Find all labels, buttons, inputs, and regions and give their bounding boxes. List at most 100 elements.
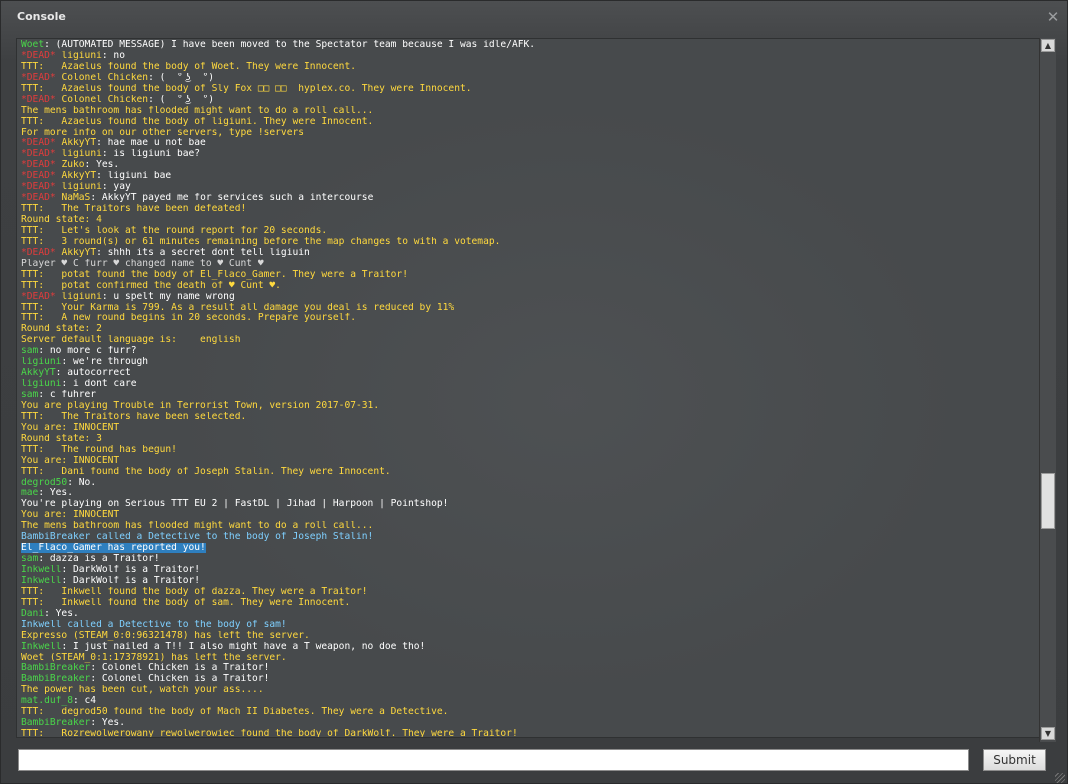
log-line: mae: Yes. [21, 488, 1037, 499]
player-name: mae [21, 488, 39, 499]
command-input[interactable] [18, 749, 969, 771]
log-line: ligiuni: we're through [21, 357, 1037, 368]
log-text: Round state: 4 [21, 215, 102, 225]
player-name: BambiBreaker [21, 663, 91, 674]
log-line: sam: no more c furr? [21, 346, 1037, 357]
log-line: Inkwell called a Detective to the body o… [21, 620, 1037, 631]
log-line: TTT: degrod50 found the body of Mach II … [21, 707, 1037, 718]
log-text: : Colonel Chicken is a Traitor! [90, 663, 270, 674]
log-text: TTT: Your Karma is 799. As a result all … [21, 302, 455, 313]
player-name: AkkyYT [61, 171, 97, 182]
log-text: Round state: 2 [21, 324, 102, 335]
player-name: Colonel Chicken [61, 72, 149, 83]
log-line: *DEAD* ligiuni: no [21, 51, 1037, 62]
player-name: Inkwell [21, 641, 62, 652]
log-text: Server default language is: english [21, 335, 241, 346]
player-name: AkkyYT [61, 247, 97, 258]
log-line: You are: INNOCENT [21, 456, 1037, 467]
scrollbar-thumb[interactable] [1041, 473, 1055, 529]
player-name: Zuko [61, 160, 85, 171]
player-name: sam [21, 390, 39, 400]
log-line: Woet: (AUTOMATED MESSAGE) I have been mo… [21, 40, 1037, 51]
log-text: Inkwell called a Detective to the body o… [21, 619, 287, 630]
dead-tag: *DEAD* [21, 171, 62, 182]
log-line: TTT: The Traitors have been selected. [21, 412, 1037, 423]
log-text: : no [101, 50, 125, 61]
log-line: *DEAD* ligiuni: yay [21, 182, 1037, 193]
log-line: sam: c fuhrer [21, 390, 1037, 401]
log-line: You're playing on Serious TTT EU 2 | Fas… [21, 499, 1037, 510]
log-line: Server default language is: english [21, 335, 1037, 346]
dead-tag: *DEAD* [21, 94, 62, 105]
log-line: TTT: Inkwell found the body of sam. They… [21, 598, 1037, 609]
submit-button[interactable]: Submit [983, 749, 1046, 771]
title-bar[interactable]: Console ✕ [1, 1, 1067, 33]
log-text: TTT: A new round begins in 20 seconds. P… [21, 313, 357, 324]
log-line: TTT: 3 round(s) or 61 minutes remaining … [21, 237, 1037, 248]
log-text: : Yes. [84, 160, 120, 171]
log-text: : hae mae u not bae [96, 138, 206, 149]
log-line: AkkyYT: autocorrect [21, 368, 1037, 379]
player-name: AkkyYT [61, 138, 97, 149]
player-name: ligiuni [61, 291, 102, 302]
log-text: : I just nailed a T!! I also might have … [61, 641, 426, 652]
log-line: TTT: Inkwell found the body of dazza. Th… [21, 587, 1037, 598]
log-text: : c4 [72, 696, 97, 707]
log-text: TTT: The Traitors have been selected. [21, 411, 247, 422]
log-text: : autocorrect [55, 368, 131, 379]
log-text: : Yes. [90, 718, 125, 729]
dead-tag: *DEAD* [21, 193, 62, 204]
log-text: The mens bathroom has flooded might want… [21, 105, 374, 116]
log-line: TTT: Azaelus found the body of Woet. The… [21, 62, 1037, 73]
player-name: ligiuni [21, 379, 62, 390]
log-text: : shhh its a secret dont tell ligiuin [96, 247, 310, 258]
log-line: For more info on our other servers, type… [21, 128, 1037, 139]
resize-grip-icon[interactable] [1055, 773, 1065, 783]
log-line: *DEAD* Colonel Chicken: ( ͡° ͜ʖ ͡°) [21, 95, 1037, 106]
close-icon[interactable]: ✕ [1045, 8, 1061, 26]
player-name: NaMaS [61, 193, 91, 204]
log-line: *DEAD* Colonel Chicken: ( ͡° ͜ʖ ͡°) [21, 73, 1037, 84]
log-line: TTT: The round has begun! [21, 445, 1037, 456]
log-text: : DarkWolf is a Traitor! [61, 565, 201, 575]
log-text: The mens bathroom has flooded might want… [21, 521, 374, 532]
log-text: TTT: Inkwell found the body of dazza. Th… [21, 586, 368, 597]
scroll-up-icon[interactable]: ▲ [1041, 39, 1055, 52]
log-text: : No. [67, 477, 97, 488]
log-line: BambiBreaker: Colonel Chicken is a Trait… [21, 663, 1037, 674]
log-text: Woet (STEAM_0:1:17378921) has left the s… [21, 652, 287, 663]
log-text: : Colonel Chicken is a Traitor! [90, 674, 270, 685]
log-line: Dani: Yes. [21, 609, 1037, 620]
log-text: For more info on our other servers, type… [21, 127, 305, 138]
log-line: BambiBreaker called a Detective to the b… [21, 532, 1037, 543]
log-text: : c fuhrer [38, 390, 97, 400]
log-line: BambiBreaker: Colonel Chicken is a Trait… [21, 674, 1037, 685]
log-line: TTT: Let's look at the round report for … [21, 226, 1037, 237]
dead-tag: *DEAD* [21, 291, 62, 302]
log-line: sam: dazza is a Traitor! [21, 554, 1037, 565]
log-text: TTT: Azaelus found the body of ligiuni. … [21, 116, 374, 127]
dead-tag: *DEAD* [21, 50, 62, 61]
dead-tag: *DEAD* [21, 247, 62, 258]
console-window: Console ✕ Woet: (AUTOMATED MESSAGE) I ha… [0, 0, 1068, 784]
log-text: TTT: potat confirmed the death of ♥ Cunt… [21, 280, 281, 291]
log-text: Player ♥ C furr ♥ changed name to ♥ Cunt… [21, 258, 264, 269]
log-line: TTT: Azaelus found the body of ligiuni. … [21, 117, 1037, 128]
log-line: *DEAD* AkkyYT: ligiuni bae [21, 171, 1037, 182]
log-text: : dazza is a Traitor! [38, 554, 160, 565]
log-line: Woet (STEAM_0:1:17378921) has left the s… [21, 653, 1037, 664]
log-text: : no more c furr? [38, 346, 137, 357]
log-line: Inkwell: DarkWolf is a Traitor! [21, 565, 1037, 576]
scroll-down-icon[interactable]: ▼ [1041, 727, 1055, 740]
log-text: : Yes. [38, 488, 73, 499]
log-text: TTT: Inkwell found the body of sam. They… [21, 597, 351, 608]
player-name: ligiuni [61, 50, 102, 61]
log-text: : we're through [61, 357, 149, 368]
scrollbar[interactable]: ▲ ▼ [1039, 38, 1056, 742]
log-text: TTT: Dani found the body of Joseph Stali… [21, 466, 391, 477]
log-line: You are playing Trouble in Terrorist Tow… [21, 401, 1037, 412]
player-name: ligiuni [61, 149, 102, 160]
console-log[interactable]: Woet: (AUTOMATED MESSAGE) I have been mo… [16, 38, 1040, 738]
log-text: TTT: The round has begun! [21, 444, 177, 455]
player-name: sam [21, 554, 39, 565]
